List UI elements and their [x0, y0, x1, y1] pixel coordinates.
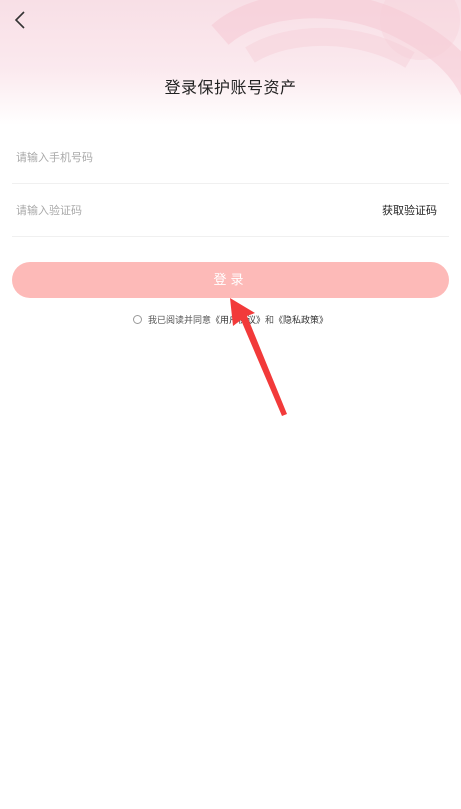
agreement-prefix: 我已阅读并同意 [147, 315, 211, 326]
get-code-button[interactable]: 获取验证码 [382, 185, 437, 236]
page-title: 登录保护账号资产 [164, 78, 297, 97]
radio-circle-icon[interactable] [132, 314, 142, 324]
phone-field-row [12, 132, 449, 184]
agreement-row: 我已阅读并同意 《用户协议》 和 《隐私政策》 [0, 311, 461, 327]
header-background [0, 0, 461, 125]
chevron-left-icon [14, 11, 25, 29]
agreement-conjunction: 和 [265, 315, 275, 326]
phone-input[interactable] [16, 132, 346, 183]
user-agreement-link[interactable]: 《用户协议》 [211, 313, 265, 326]
back-button[interactable] [8, 8, 32, 32]
verification-code-input[interactable] [16, 185, 346, 236]
privacy-policy-link[interactable]: 《隐私政策》 [274, 313, 328, 326]
code-field-row: 获取验证码 [12, 185, 449, 237]
header-decoration [211, 0, 461, 96]
login-page: 登录保护账号资产 获取验证码 登录 我已阅读并同意 《用户协议》 和 《隐私政策… [0, 0, 461, 809]
login-button[interactable]: 登录 [12, 262, 449, 298]
